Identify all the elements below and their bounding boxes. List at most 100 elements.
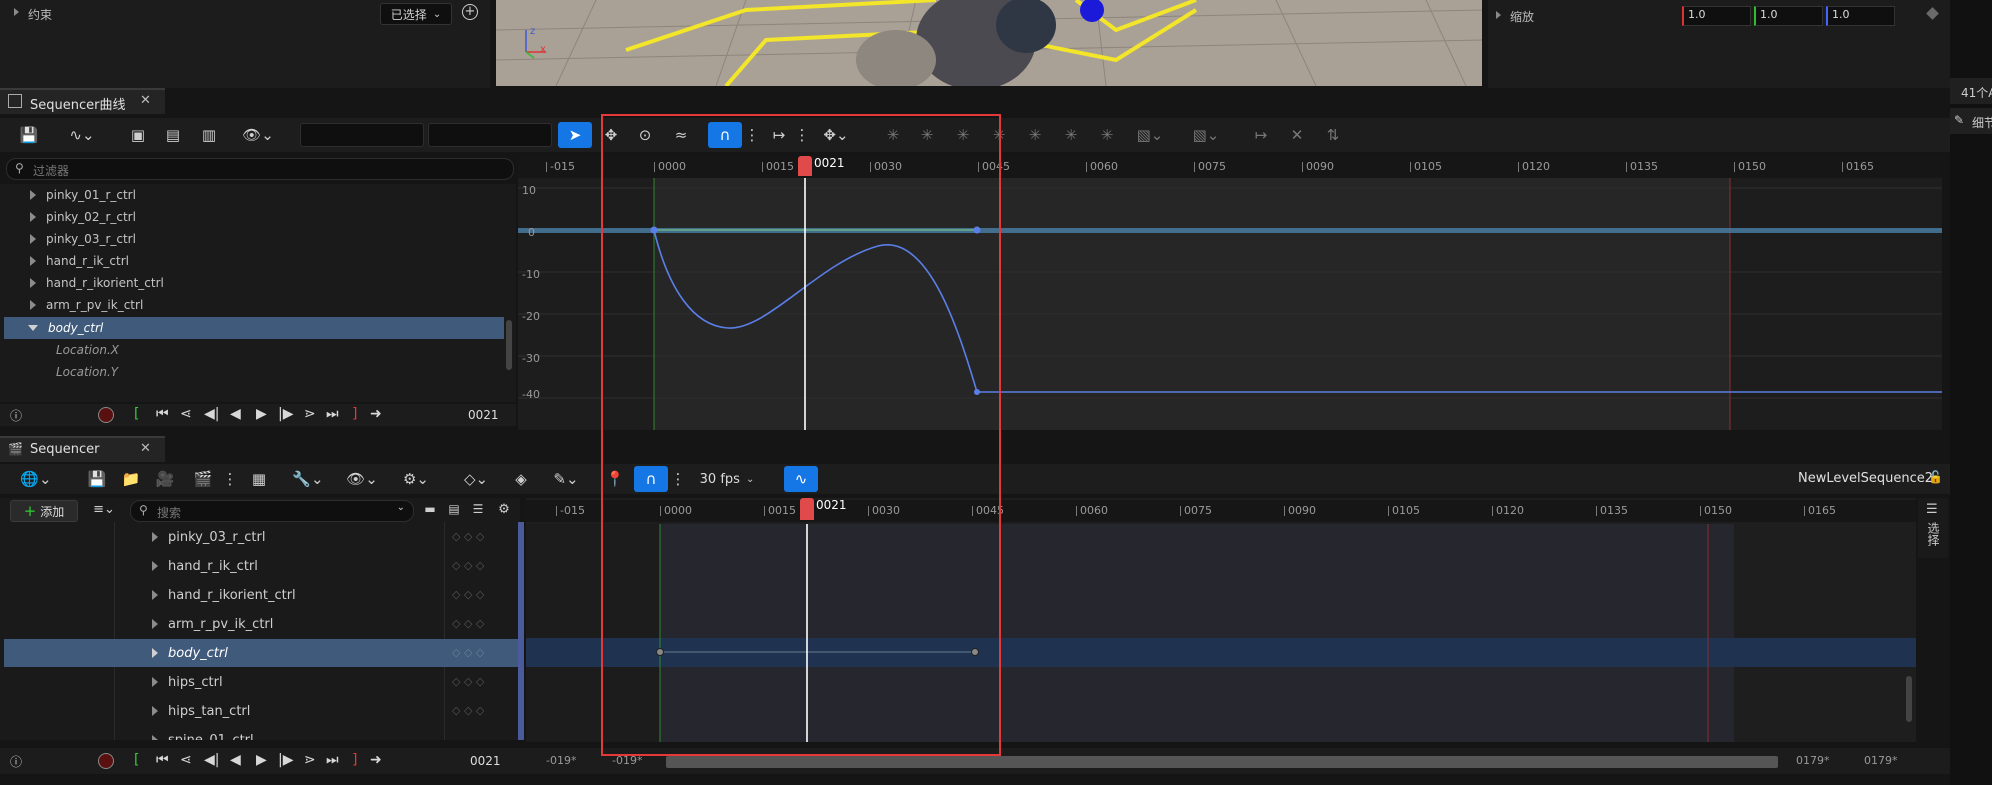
next-key-icon[interactable]: ⋗ xyxy=(304,406,316,422)
expand-arrow-icon[interactable] xyxy=(152,735,158,740)
scale-x-field[interactable]: 1.0 xyxy=(1682,6,1751,26)
gear-icon[interactable]: ⚙ xyxy=(494,496,514,522)
frame-select-icon[interactable]: ▣ xyxy=(125,122,151,148)
collapse-all-icon[interactable]: ▬ xyxy=(420,496,440,522)
loop-icon[interactable]: ➜ xyxy=(370,752,382,768)
loop-icon[interactable]: ➜ xyxy=(370,406,382,422)
record-icon[interactable] xyxy=(98,753,114,769)
track-row[interactable]: pinky_03_r_ctrl ◇ ◇ ◇ xyxy=(0,523,524,551)
expand-arrow-icon[interactable] xyxy=(30,190,36,200)
expand-arrow-icon[interactable] xyxy=(30,278,36,288)
tangent-break-icon[interactable]: ✳ xyxy=(950,122,976,148)
clapboard-icon[interactable]: 🎬 xyxy=(190,466,216,492)
visibility-icon[interactable]: 👁⌄ xyxy=(342,466,382,492)
prev-key-icon[interactable]: ⋖ xyxy=(180,406,192,422)
curve-time-ruler[interactable]: -015 0000 0015 0030 0045 0060 0075 0090 … xyxy=(518,156,1942,178)
tangent-user-icon[interactable]: ✳ xyxy=(914,122,940,148)
range-end-icon[interactable]: ] xyxy=(352,752,357,768)
expand-arrow-icon[interactable] xyxy=(30,212,36,222)
info-icon[interactable]: ⓘ xyxy=(10,753,22,770)
curve-filter-icon-2[interactable]: ▧⌄ xyxy=(1186,122,1226,148)
next-key-icon[interactable]: ⋗ xyxy=(304,752,316,768)
range-start-icon[interactable]: [ xyxy=(134,406,139,422)
key-nav-icons[interactable]: ◇ ◇ ◇ xyxy=(452,646,484,659)
tools-icon[interactable]: 🔧⌄ xyxy=(288,466,328,492)
record-icon[interactable] xyxy=(98,407,114,423)
curve-type-icon[interactable]: ∿⌄ xyxy=(62,122,102,148)
marker-icon[interactable]: 📍 xyxy=(602,466,628,492)
jump-end-icon[interactable]: ⏭ xyxy=(326,406,339,422)
viewport[interactable]: z x xyxy=(496,0,1482,86)
tree-item[interactable]: pinky_03_r_ctrl xyxy=(30,228,500,250)
selection-side-tab[interactable]: ☰ 选择 xyxy=(1918,498,1948,558)
snap-magnet-icon[interactable]: ∩ xyxy=(634,466,668,492)
expand-arrow-icon[interactable] xyxy=(30,234,36,244)
frame-keys-icon[interactable]: ▤ xyxy=(160,122,186,148)
snap-magnet-icon[interactable]: ∩ xyxy=(708,122,742,148)
tree-scrollbar[interactable] xyxy=(506,320,512,370)
track-row[interactable]: hand_r_ikorient_ctrl ◇ ◇ ◇ xyxy=(0,581,524,609)
tree-item[interactable]: Location.X xyxy=(56,339,496,361)
curve-canvas[interactable] xyxy=(518,178,1942,430)
sequencer-tracks-canvas[interactable] xyxy=(526,524,1916,742)
sequencer-tab[interactable]: 🎬 Sequencer ✕ xyxy=(0,436,165,462)
visibility-icon[interactable]: 👁⌄ xyxy=(238,122,278,148)
key-nav-icons[interactable]: ◇ ◇ ◇ xyxy=(452,617,484,630)
close-icon[interactable]: ✕ xyxy=(140,93,151,108)
current-frame-readout[interactable]: 0021 xyxy=(468,408,499,422)
details-tab[interactable]: ✎ 细节 xyxy=(1950,108,1992,134)
curve-filter-box[interactable]: ⚲ 过滤器 xyxy=(6,158,514,180)
scale-z-field[interactable]: 1.0 xyxy=(1826,6,1895,26)
save-as-icon[interactable]: 📁 xyxy=(118,466,144,492)
filter-icon[interactable]: ≡⌄ xyxy=(88,496,120,522)
tangent-constant-icon[interactable]: ✳ xyxy=(1022,122,1048,148)
world-icon[interactable]: 🌐⌄ xyxy=(16,466,56,492)
expand-arrow-icon[interactable] xyxy=(152,619,158,629)
expand-arrow-icon[interactable] xyxy=(30,300,36,310)
range-start-icon[interactable]: [ xyxy=(134,752,139,768)
expand-arrow-icon[interactable] xyxy=(152,590,158,600)
track-row[interactable]: hips_ctrl ◇ ◇ ◇ xyxy=(0,668,524,696)
select-tool-icon[interactable]: ➤ xyxy=(558,122,592,148)
move-tool-icon[interactable]: ✥⌄ xyxy=(816,122,856,148)
view-range-end[interactable]: 0179* xyxy=(1864,754,1898,767)
more-options-icon[interactable]: ⋮ xyxy=(223,466,238,492)
expand-arrow-icon[interactable] xyxy=(152,677,158,687)
key-nav-icons[interactable]: ◇ ◇ ◇ xyxy=(452,588,484,601)
more-options-icon-2[interactable]: ⋮ xyxy=(795,122,810,148)
playhead-handle[interactable] xyxy=(800,498,814,520)
save-icon[interactable]: 💾 xyxy=(16,122,42,148)
expand-arrow-icon[interactable] xyxy=(1496,11,1501,19)
expand-all-icon[interactable]: ▤ xyxy=(444,496,464,522)
tree-item[interactable]: arm_r_pv_ik_ctrl xyxy=(30,294,500,316)
range-end-icon[interactable]: ] xyxy=(352,406,357,422)
prev-frame-icon[interactable]: ◀| xyxy=(204,406,219,422)
tangent-weighted-icon[interactable]: ✳ xyxy=(1058,122,1084,148)
jump-start-icon[interactable]: ⏮ xyxy=(156,752,169,768)
info-icon[interactable]: ⓘ xyxy=(10,407,22,424)
tangent-auto-icon[interactable]: ✳ xyxy=(880,122,906,148)
track-row[interactable]: hand_r_ik_ctrl ◇ ◇ ◇ xyxy=(0,552,524,580)
expand-arrow-icon[interactable] xyxy=(152,561,158,571)
working-range-start[interactable]: -019* xyxy=(612,754,642,767)
play-reverse-icon[interactable]: ◀ xyxy=(230,752,241,768)
more-options-icon-2[interactable]: ⋮ xyxy=(671,466,686,492)
list-icon[interactable]: ☰ xyxy=(468,496,488,522)
jump-start-icon[interactable]: ⏮ xyxy=(156,406,169,422)
multi-scale-icon[interactable]: ≈ xyxy=(668,122,694,148)
working-range-end[interactable]: 0179* xyxy=(1796,754,1830,767)
view-range-start[interactable]: -019* xyxy=(546,754,576,767)
vertical-scrollbar[interactable] xyxy=(1906,676,1912,722)
curve-graph[interactable]: -015 0000 0015 0030 0045 0060 0075 0090 … xyxy=(518,156,1942,430)
pen-icon[interactable]: ✎⌄ xyxy=(546,466,586,492)
settings-icon[interactable]: ⚙⌄ xyxy=(396,466,436,492)
tangent-flatten-icon[interactable]: ✳ xyxy=(1094,122,1120,148)
flatten-icon[interactable]: ↦ xyxy=(1248,122,1274,148)
jump-end-icon[interactable]: ⏭ xyxy=(326,752,339,768)
track-row[interactable]: hips_tan_ctrl ◇ ◇ ◇ xyxy=(0,697,524,725)
track-row-selected[interactable]: body_ctrl ◇ ◇ ◇ xyxy=(4,639,520,667)
prev-key-icon[interactable]: ⋖ xyxy=(180,752,192,768)
play-reverse-icon[interactable]: ◀ xyxy=(230,406,241,422)
add-track-button[interactable]: + 添加 xyxy=(10,500,78,522)
transform-tool-icon[interactable]: ✥ xyxy=(598,122,624,148)
